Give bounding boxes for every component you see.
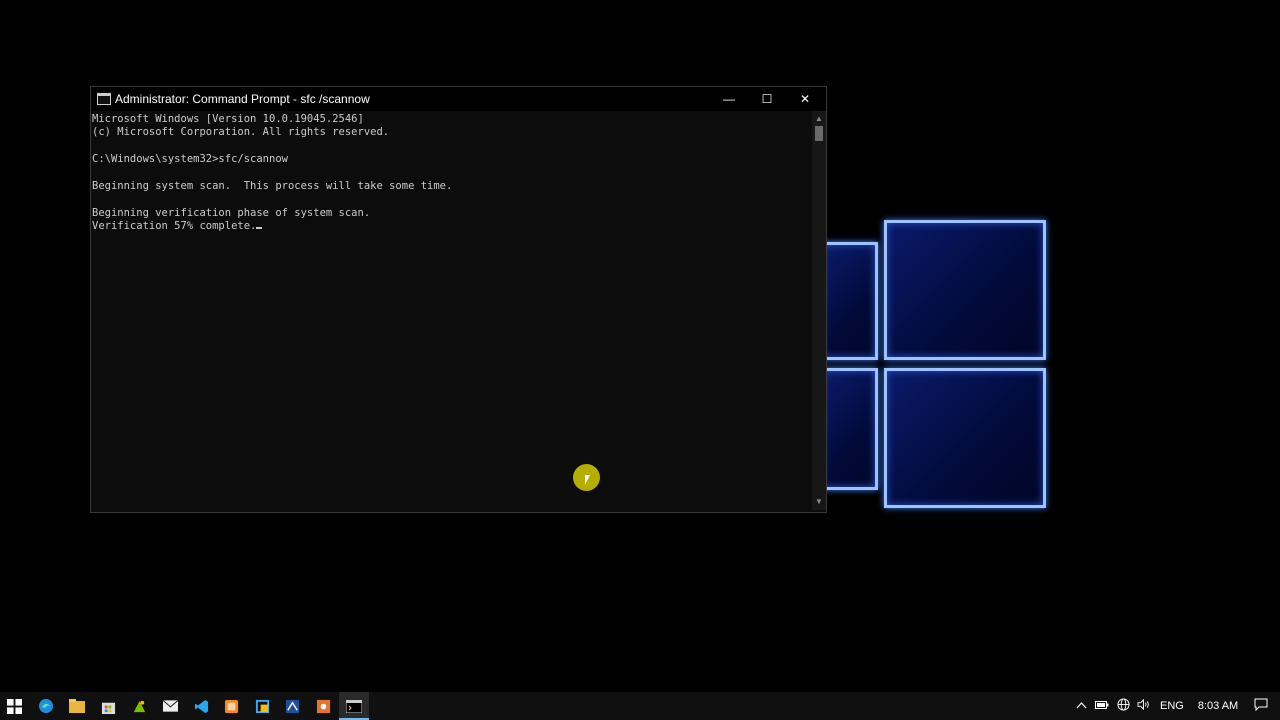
scroll-thumb[interactable] — [815, 126, 823, 141]
network-globe-icon[interactable] — [1117, 698, 1130, 714]
mouse-pointer-icon — [585, 475, 590, 485]
console-last-line: Verification 57% complete. — [92, 220, 810, 233]
windows-logo-wallpaper — [820, 215, 1060, 515]
window-titlebar[interactable]: Administrator: Command Prompt - sfc /sca… — [91, 87, 826, 111]
vscode-icon[interactable] — [191, 696, 211, 716]
maximize-button[interactable]: ☐ — [748, 87, 786, 111]
system-tray: ENG 8:03 AM — [1076, 692, 1268, 720]
chevron-up-icon[interactable] — [1076, 700, 1087, 712]
command-prompt-window[interactable]: Administrator: Command Prompt - sfc /sca… — [90, 86, 827, 513]
console-line: Beginning verification phase of system s… — [92, 206, 371, 219]
vertical-scrollbar[interactable]: ▲ ▼ — [812, 111, 826, 510]
scroll-up-arrow[interactable]: ▲ — [812, 113, 826, 125]
console-line: Beginning system scan. This process will… — [92, 180, 453, 193]
mail-icon[interactable] — [160, 696, 180, 716]
text-cursor — [256, 227, 263, 230]
close-button[interactable]: ✕ — [786, 87, 824, 111]
file-explorer-icon[interactable] — [67, 696, 87, 716]
scroll-down-arrow[interactable]: ▼ — [812, 496, 826, 508]
command-prompt-icon[interactable] — [344, 696, 364, 716]
window-title: Administrator: Command Prompt - sfc /sca… — [115, 92, 370, 106]
edge-icon[interactable] — [36, 696, 56, 716]
app-orange2-icon[interactable] — [313, 696, 333, 716]
logo-pane-bottom-left — [820, 368, 878, 490]
battery-icon[interactable] — [1095, 700, 1109, 712]
logo-pane-top-right — [884, 220, 1046, 360]
console-line: (c) Microsoft Corporation. All rights re… — [92, 126, 390, 139]
console-line: Verification 57% complete. — [92, 220, 257, 233]
clock[interactable]: 8:03 AM — [1198, 700, 1238, 712]
logo-pane-top-left — [820, 242, 878, 360]
volume-icon[interactable] — [1137, 698, 1150, 713]
console-output[interactable]: Microsoft Windows [Version 10.0.19045.25… — [91, 111, 810, 512]
app-orange-icon[interactable] — [221, 696, 241, 716]
console-line: C:\Windows\system32>sfc/scannow — [92, 153, 288, 166]
taskbar: ENG 8:03 AM — [0, 692, 1280, 720]
console-line: Microsoft Windows [Version 10.0.19045.25… — [92, 113, 364, 125]
console-icon — [97, 93, 111, 105]
snipping-icon[interactable] — [252, 696, 272, 716]
windows-start-icon[interactable] — [4, 696, 24, 716]
photos-icon[interactable] — [129, 696, 149, 716]
store-icon[interactable] — [98, 696, 118, 716]
app-blue-icon[interactable] — [282, 696, 302, 716]
notifications-icon[interactable] — [1254, 698, 1268, 714]
logo-pane-bottom-right — [884, 368, 1046, 508]
language-indicator[interactable]: ENG — [1160, 700, 1184, 712]
minimize-button[interactable]: — — [710, 87, 748, 111]
